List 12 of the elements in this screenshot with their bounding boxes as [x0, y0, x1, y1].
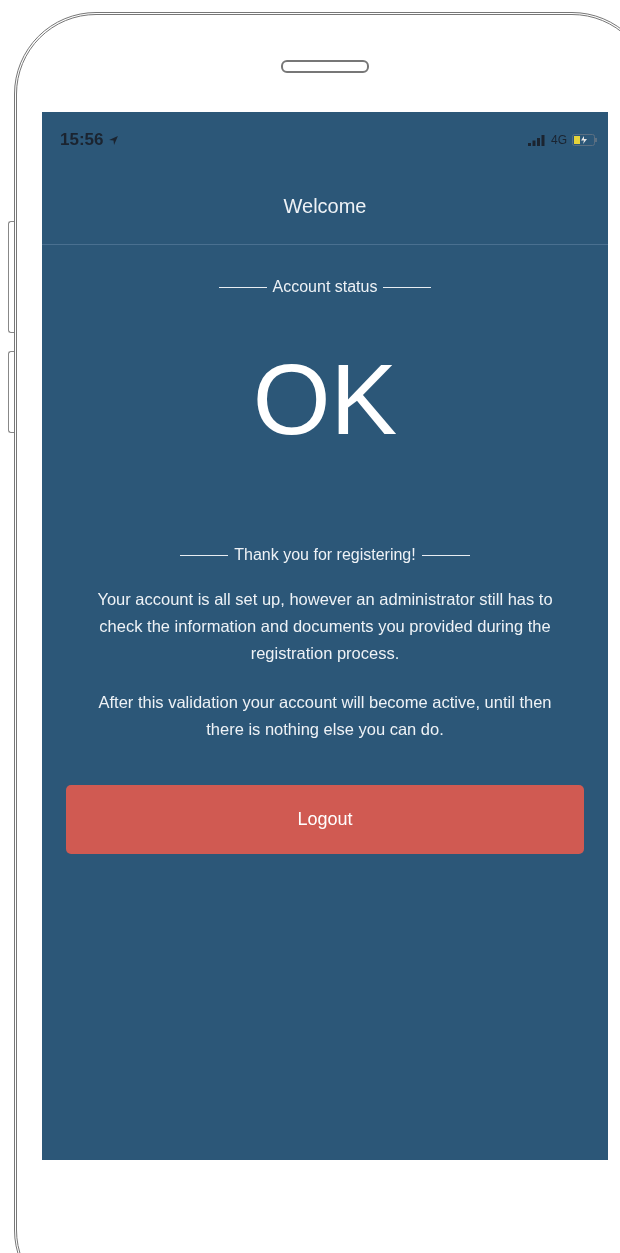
- signal-icon: [528, 134, 546, 146]
- info-paragraph: Your account is all set up, however an administrator still has to check the information and documents you provided during the registration process.: [96, 589, 554, 664]
- network-type: 4G: [551, 133, 567, 147]
- battery-charging-icon: [572, 134, 598, 146]
- location-arrow-icon: [108, 134, 120, 146]
- logout-button[interactable]: Logout: [66, 785, 584, 854]
- section-label: Account status: [272, 278, 378, 296]
- section-label: Thank you for registering!: [234, 546, 416, 564]
- info-paragraph: After this validation your account will become active, until then there is nothing else you can do.: [97, 692, 553, 740]
- screen-title: Welcome: [283, 194, 367, 218]
- status-value: OK: [252, 344, 398, 454]
- status-time: 15:56: [60, 130, 104, 150]
